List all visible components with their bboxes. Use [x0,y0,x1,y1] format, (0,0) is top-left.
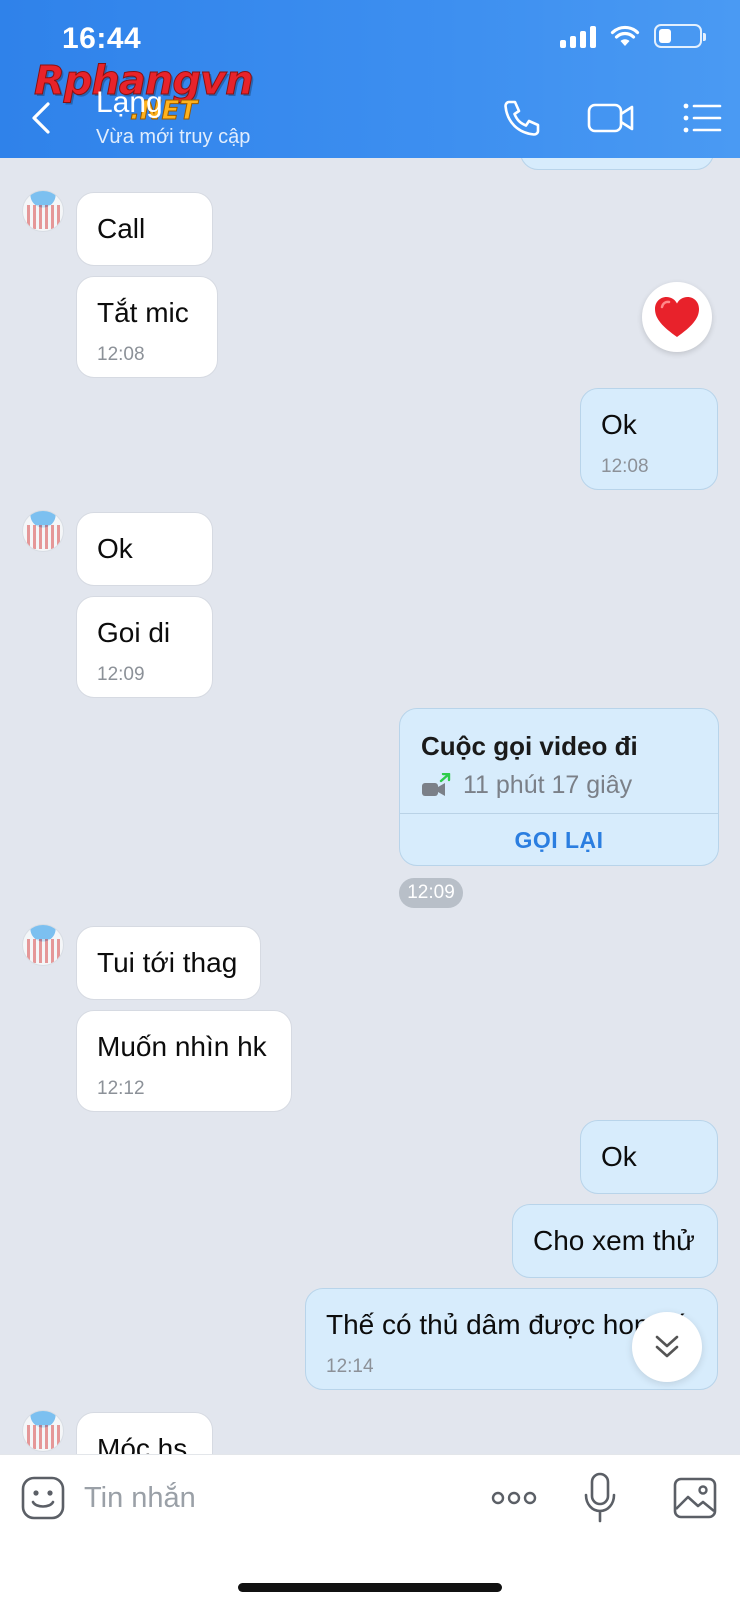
message-bubble-incoming[interactable]: Móc hs [76,1412,213,1454]
message-text: Tắt mic [97,297,189,328]
message-bubble-outgoing[interactable]: Cho xem thử [512,1204,718,1278]
message-bubble-incoming[interactable]: Tắt mic 12:08 [76,276,218,378]
contact-name[interactable]: Lạng [96,86,163,120]
message-bubble-outgoing-clipped[interactable] [520,158,714,170]
chat-header: 16:44 Rphangvn .NET Lạng Vừa mới truy cậ… [0,0,740,158]
message-text: Call [97,213,146,244]
message-time: 12:12 [97,1078,145,1099]
message-bubble-outgoing[interactable]: Ok [580,1120,718,1194]
message-text: Ok [601,409,637,440]
message-text: Ok [601,1141,637,1172]
message-bubble-incoming[interactable]: Muốn nhìn hk 12:12 [76,1010,292,1112]
video-call-outgoing-icon [422,772,451,796]
contact-avatar[interactable] [22,924,64,966]
video-camera-icon[interactable] [586,96,636,140]
message-text: Muốn nhìn hk [97,1031,267,1062]
message-bubble-incoming[interactable]: Goi di 12:09 [76,596,213,698]
message-text: Goi di [97,617,171,648]
heart-icon [655,297,699,337]
message-text: Ok [97,533,133,564]
message-bubble-incoming[interactable]: Tui tới thag [76,926,261,1000]
contact-avatar[interactable] [22,1410,64,1452]
message-text: Móc hs [97,1433,188,1455]
call-time-badge: 12:09 [399,878,463,908]
cellular-signal-icon [560,24,596,48]
sticker-icon[interactable] [20,1475,66,1521]
call-back-button[interactable]: GỌI LẠI [400,814,718,865]
scroll-to-bottom-button[interactable] [632,1312,702,1382]
heart-reaction[interactable] [642,282,712,352]
message-bubble-incoming[interactable]: Call [76,192,213,266]
image-icon[interactable] [672,1475,718,1521]
more-dots-icon[interactable] [490,1475,538,1521]
call-title: Cuộc gọi video đi [421,731,638,761]
menu-list-icon[interactable] [680,96,724,140]
message-input-bar [0,1454,740,1600]
double-chevron-down-icon [655,1335,679,1358]
microphone-icon[interactable] [582,1471,618,1525]
home-indicator[interactable] [238,1583,502,1592]
status-bar-icons [560,24,706,48]
message-time: 12:09 [97,664,145,685]
phone-icon[interactable] [500,96,544,140]
message-time: 12:08 [601,456,649,477]
wifi-icon [610,25,640,46]
contact-avatar[interactable] [22,510,64,552]
status-bar-time: 16:44 [62,22,142,55]
message-time: 12:14 [326,1356,374,1377]
contact-status: Vừa mới truy cập [96,126,251,148]
message-bubble-outgoing[interactable]: Ok 12:08 [580,388,718,490]
call-duration: 11 phút 17 giây [463,771,633,799]
battery-icon [654,24,706,48]
call-duration-row: 11 phút 17 giây [421,771,632,800]
message-input[interactable] [84,1475,384,1521]
chat-message-list[interactable]: Call Tắt mic 12:08 Ok 12:08 Ok Goi di 12… [0,158,740,1454]
contact-avatar[interactable] [22,190,64,232]
message-time: 12:08 [97,344,145,365]
video-call-card[interactable]: Cuộc gọi video đi 11 phút 17 giây GỌI LẠ… [399,708,719,866]
message-text: Tui tới thag [97,947,238,978]
message-bubble-incoming[interactable]: Ok [76,512,213,586]
message-text: Cho xem thử [533,1225,695,1256]
back-arrow-icon[interactable] [24,96,64,140]
